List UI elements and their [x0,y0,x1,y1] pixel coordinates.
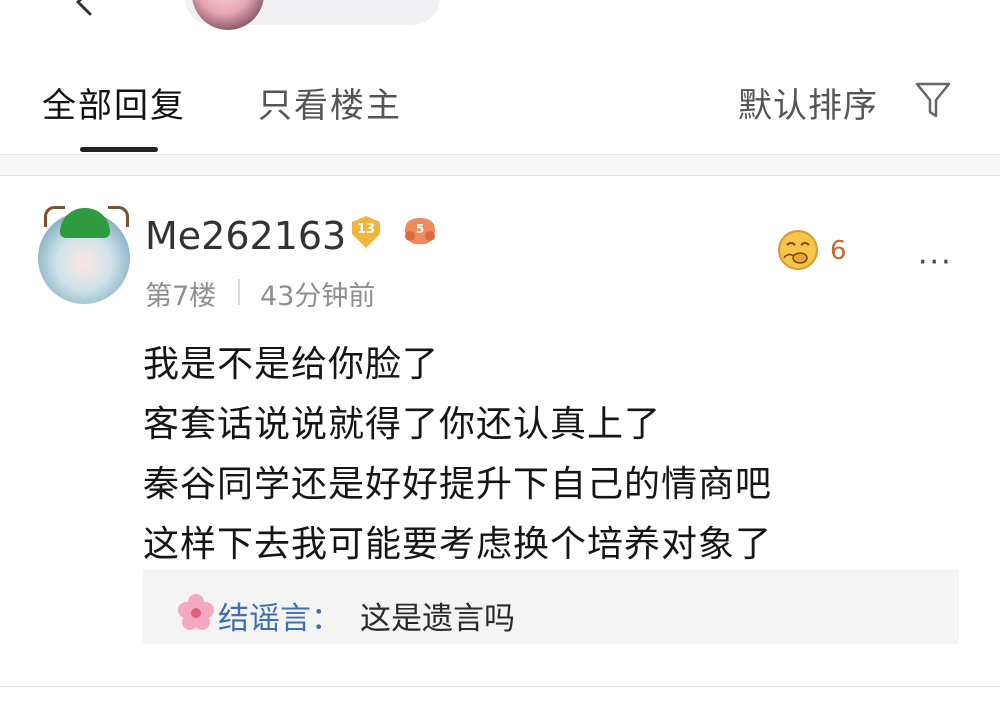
comment-line: 秦谷同学还是好好提升下自己的情商吧 [143,464,773,505]
comment-line: 这样下去我可能要考虑换个培养对象了 [143,524,773,565]
comment-line: 我是不是给你脸了 [143,344,440,385]
flower-icon [178,594,214,630]
filter-icon[interactable] [915,80,951,120]
reaction-count: 6 [830,236,847,266]
avatar-hat-decoration [60,208,110,238]
username[interactable]: Me262163 [145,214,346,258]
active-tab-indicator [80,147,158,152]
header-avatar[interactable] [192,0,264,30]
comment-line: 客套话说说就得了你还认真上了 [143,404,662,445]
antler-decoration [44,206,65,227]
tab-all-replies[interactable]: 全部回复 [42,78,186,127]
divider [0,175,1000,176]
antler-decoration [108,206,129,227]
sub-reply-text: 这是遗言吗 [360,601,515,637]
reaction-icon[interactable] [776,228,820,272]
sub-reply-username[interactable]: 结谣言： [218,593,342,638]
tab-op-only[interactable]: 只看楼主 [258,78,402,127]
back-icon[interactable] [70,0,100,20]
fan-level-number: 5 [415,222,425,236]
floor-number: 第7楼 [145,281,217,312]
level-number: 13 [356,222,376,237]
divider [0,686,1000,687]
more-options-icon[interactable]: ··· [918,245,953,280]
meta-separator [238,279,240,305]
post-time: 43分钟前 [260,281,376,312]
section-gap [0,155,1000,175]
sort-dropdown[interactable]: 默认排序 [738,78,878,127]
top-bar [0,0,1000,40]
